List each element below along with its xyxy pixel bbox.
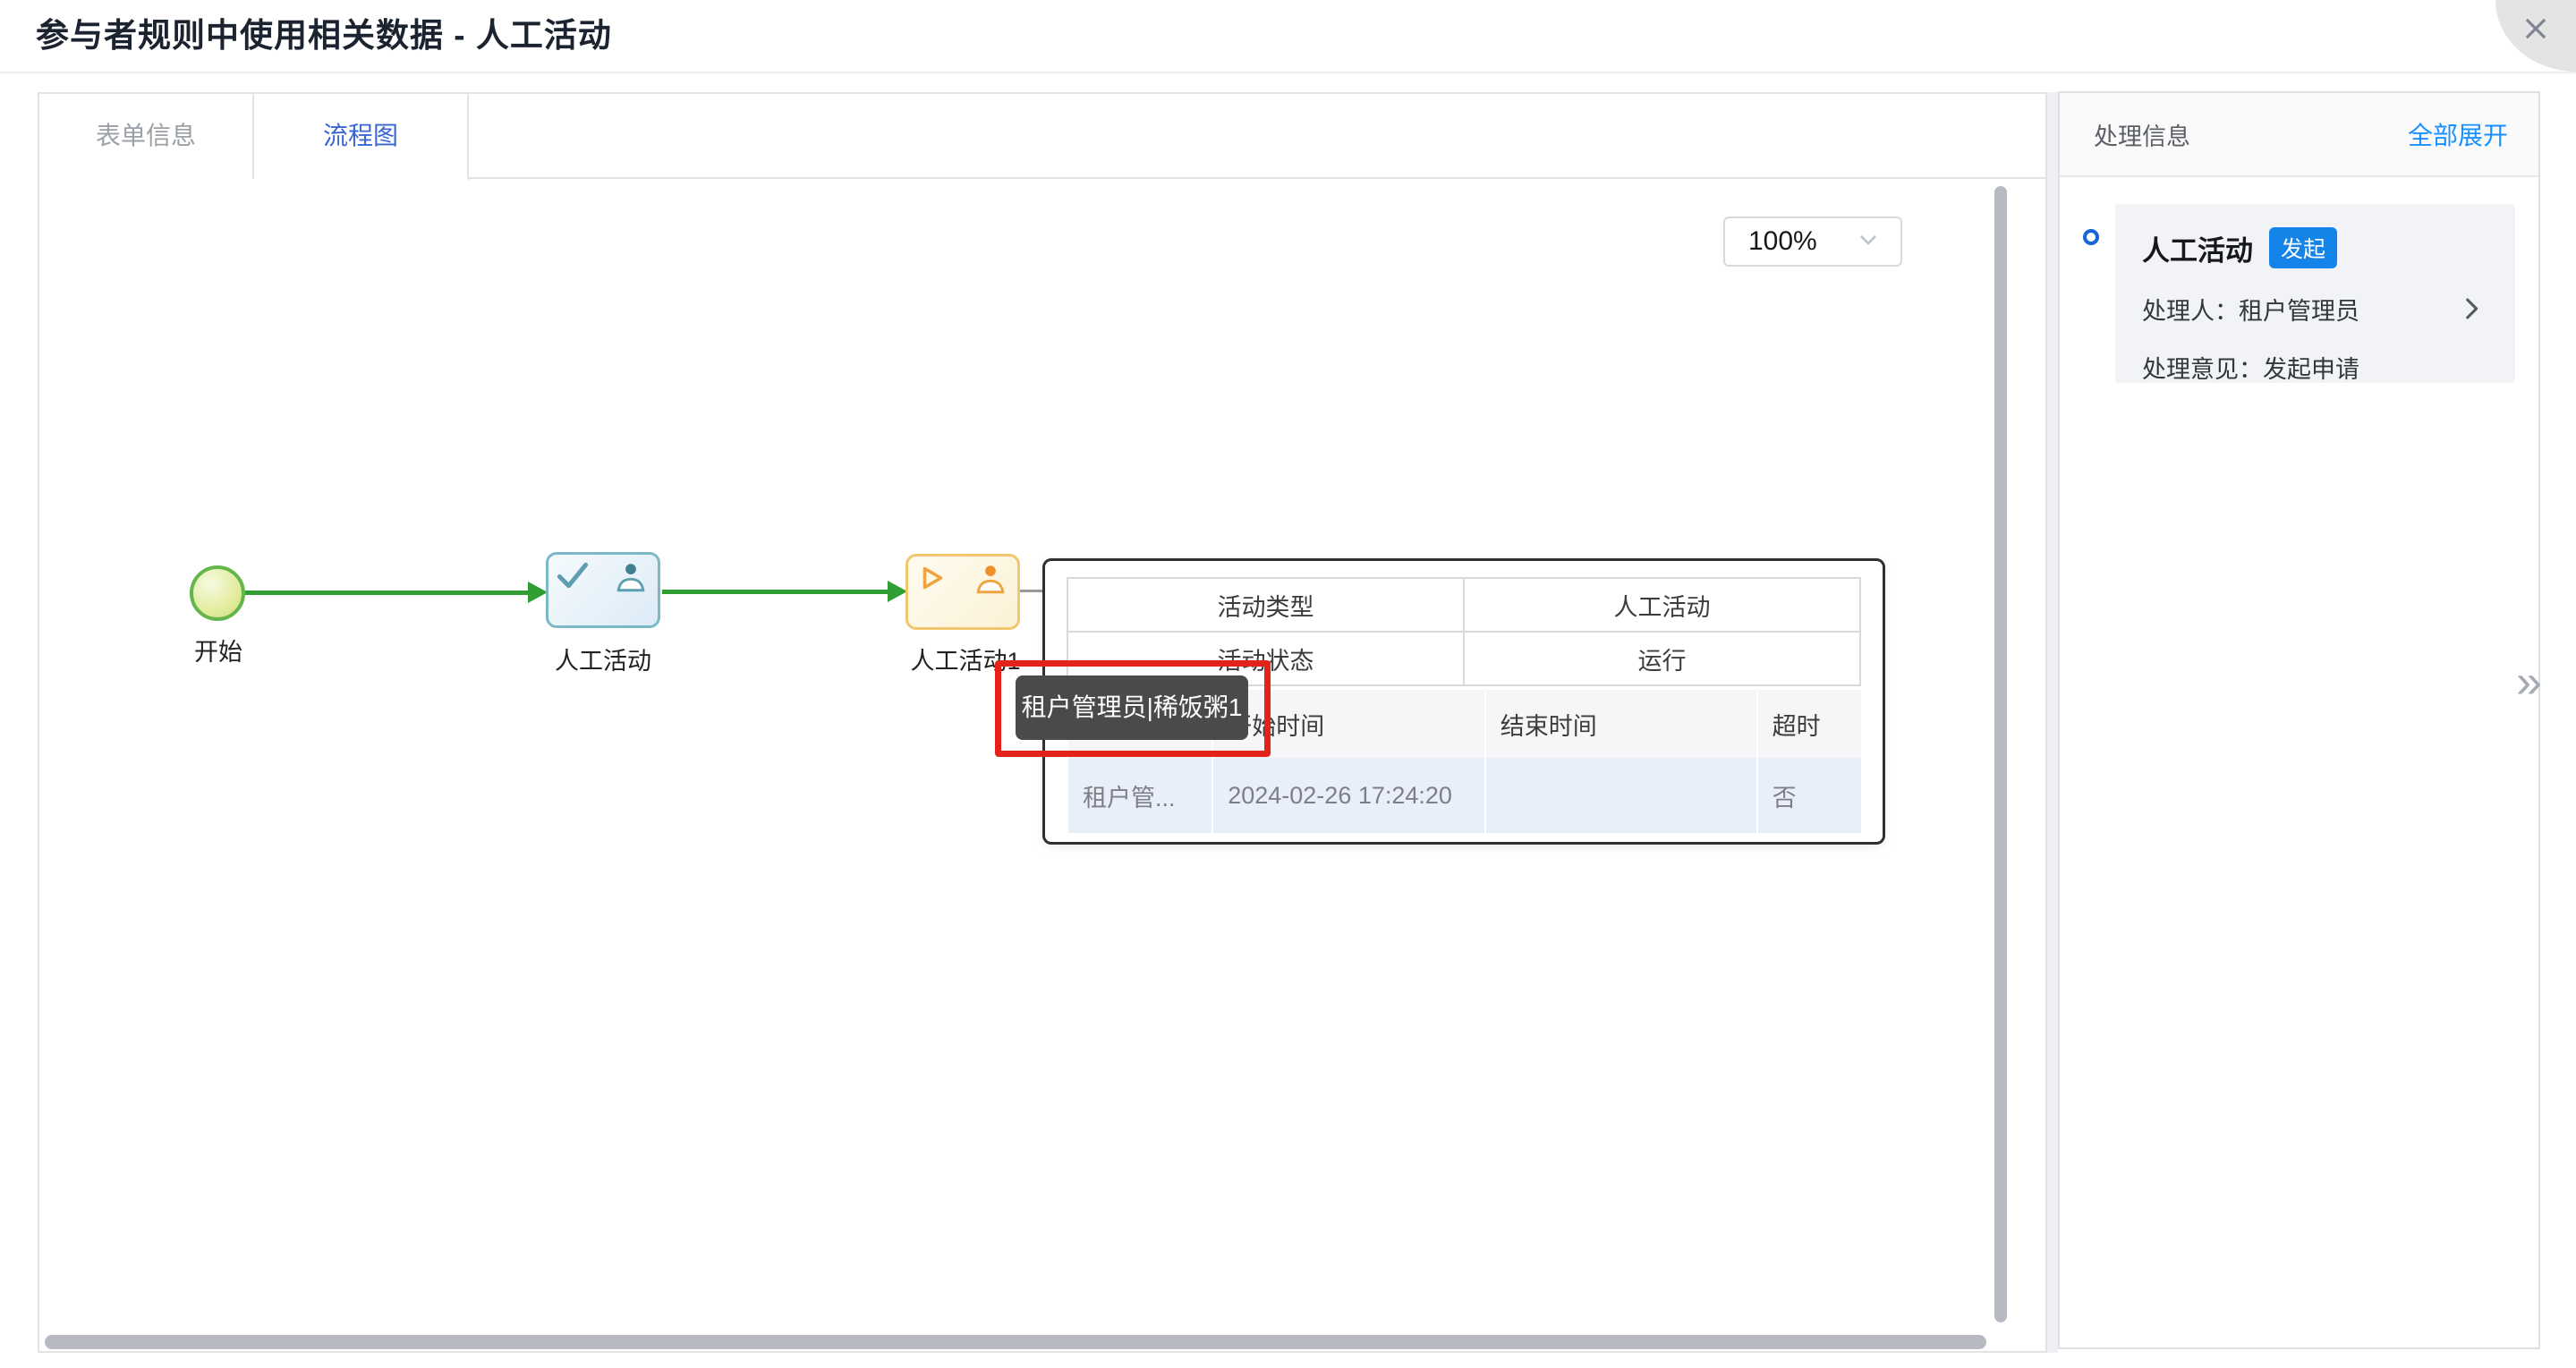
- check-icon: [556, 560, 590, 595]
- click-highlight-annotation: [995, 660, 1271, 757]
- opinion-row: 处理意见：发起申请: [2142, 350, 2488, 385]
- table-row: 租户管... 2024-02-26 17:24:20 否: [1067, 758, 1861, 833]
- play-icon: [915, 562, 948, 599]
- info-label: 活动类型: [1067, 578, 1464, 632]
- column-header: 超时: [1757, 690, 1861, 758]
- flow-node-activity1-label: 人工活动: [540, 642, 666, 676]
- vertical-scrollbar[interactable]: [1994, 186, 2007, 1322]
- status-badge: 发起: [2269, 227, 2337, 268]
- flow-edge-arrowhead: [888, 581, 907, 602]
- close-button[interactable]: [2495, 0, 2576, 72]
- person-icon: [611, 558, 650, 602]
- tab-form-info[interactable]: 表单信息: [39, 94, 254, 179]
- panel-collapse-icon[interactable]: »: [2516, 659, 2542, 705]
- handler-row: 处理人：租户管理员: [2142, 292, 2488, 327]
- flow-edge-activity1-to-activity2: [662, 590, 889, 594]
- processing-info-panel: 处理信息 全部展开 人工活动 发起 处理人：租户管理员 处理意见：发起申请: [2058, 91, 2540, 1349]
- tab-bar: 表单信息 流程图: [39, 94, 2045, 179]
- flow-canvas[interactable]: 100% 开始 人工活动: [39, 181, 2045, 1351]
- info-value: 运行: [1464, 632, 1860, 685]
- table-row: 活动类型 人工活动: [1067, 578, 1860, 632]
- page-title: 参与者规则中使用相关数据 - 人工活动: [36, 0, 612, 72]
- chevron-right-icon[interactable]: [2456, 293, 2487, 330]
- flow-edge-arrowhead: [528, 582, 548, 603]
- flow-node-activity2[interactable]: [905, 554, 1020, 630]
- opinion-text: 处理意见：发起申请: [2142, 356, 2359, 383]
- title-bar: 参与者规则中使用相关数据 - 人工活动: [0, 0, 2576, 73]
- expand-all-link[interactable]: 全部展开: [2408, 116, 2508, 152]
- zoom-level-dropdown[interactable]: 100%: [1723, 217, 1902, 267]
- cell-timeout: 否: [1757, 758, 1861, 833]
- cell-start-time: 2024-02-26 17:24:20: [1212, 758, 1485, 833]
- info-value: 人工活动: [1464, 578, 1860, 632]
- person-icon: [971, 560, 1010, 604]
- step-title: 人工活动: [2142, 228, 2253, 268]
- panel-divider: [2047, 92, 2058, 1353]
- flow-node-start[interactable]: [190, 565, 245, 621]
- flow-edge-start-to-activity1: [245, 591, 530, 595]
- horizontal-scrollbar[interactable]: [45, 1335, 1986, 1349]
- column-header: 结束时间: [1485, 690, 1757, 758]
- timeline-dot: [2083, 229, 2099, 245]
- main-content-card: 表单信息 流程图 100% 开始: [38, 92, 2047, 1353]
- popup-connector-line: [1018, 590, 1045, 592]
- handler-text: 处理人：租户管理员: [2142, 298, 2359, 325]
- cell-end-time: [1485, 758, 1757, 833]
- flow-node-start-label: 开始: [183, 633, 254, 667]
- panel-title: 处理信息: [2094, 117, 2190, 152]
- tab-flow-diagram[interactable]: 流程图: [254, 94, 469, 181]
- flow-node-activity1[interactable]: [546, 552, 660, 628]
- modal-window: 参与者规则中使用相关数据 - 人工活动 表单信息 流程图 100% 开始: [0, 0, 2576, 1368]
- panel-header: 处理信息 全部展开: [2060, 93, 2538, 177]
- chevron-down-icon: [1854, 225, 1883, 259]
- process-step-card: 人工活动 发起 处理人：租户管理员 处理意见：发起申请: [2115, 204, 2515, 383]
- cell-handler: 租户管...: [1067, 758, 1212, 833]
- zoom-level-value: 100%: [1748, 226, 1817, 257]
